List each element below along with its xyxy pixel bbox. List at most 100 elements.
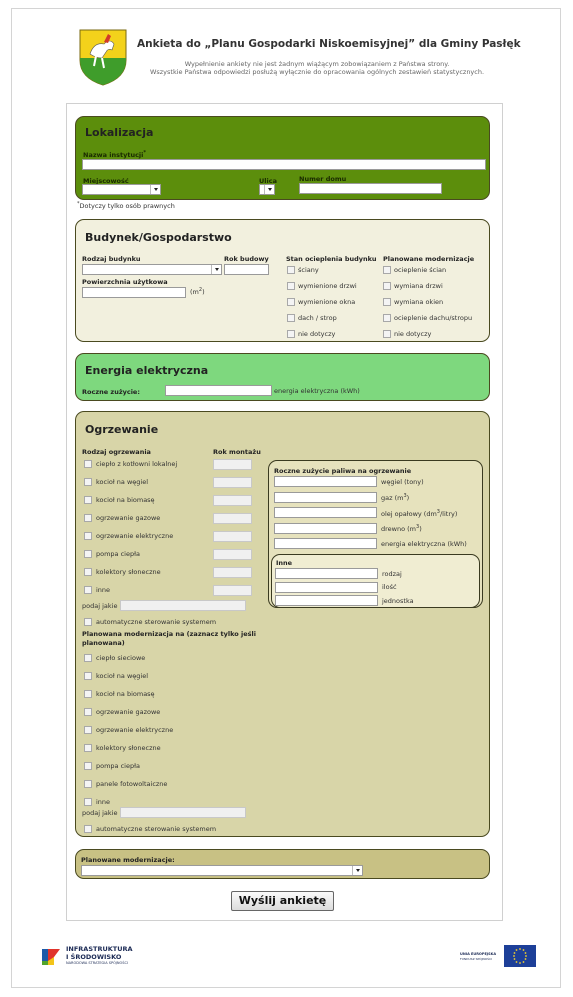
rok-montazu-input[interactable]	[213, 513, 252, 524]
rodzaj-budynku-select[interactable]	[82, 264, 222, 275]
subtitle-line-2: Wszystkie Państwa odpowiedzi posłużą wył…	[149, 68, 485, 76]
roczne-zuzycie-label: Roczne zużycie:	[82, 388, 140, 396]
numer-input[interactable]	[299, 183, 442, 194]
nazwa-label: Nazwa instytucji*	[83, 150, 146, 159]
checkbox-label: ocieplenie dachu/stropu	[394, 314, 473, 322]
nazwa-star: *	[143, 150, 147, 156]
checkbox[interactable]	[84, 550, 92, 558]
checkbox[interactable]	[287, 282, 295, 290]
rok-montazu-input[interactable]	[213, 585, 252, 596]
checkbox[interactable]	[84, 514, 92, 522]
planowane-select[interactable]	[81, 865, 363, 876]
rok-montazu-input[interactable]	[213, 567, 252, 578]
checkbox[interactable]	[383, 330, 391, 338]
paliwo-box: Roczne zużycie paliwa na ogrzewanie węgi…	[268, 460, 483, 608]
eu-flag-icon	[504, 945, 536, 967]
plan-podaj-jakie-input[interactable]	[120, 807, 246, 818]
page-subtitle: Wypełnienie ankiety nie jest żadnym wiąż…	[137, 60, 497, 76]
checkbox[interactable]	[84, 654, 92, 662]
paliwo-input[interactable]	[274, 492, 377, 503]
checkbox[interactable]	[84, 478, 92, 486]
unit-tail: )	[406, 494, 410, 503]
checkbox-label: automatyczne sterowanie systemem	[96, 825, 217, 833]
unit-text: węgiel (tony)	[381, 478, 424, 486]
checkbox[interactable]	[383, 266, 391, 274]
rok-montazu-input[interactable]	[213, 495, 252, 506]
paliwo-input[interactable]	[274, 476, 377, 487]
checkbox[interactable]	[84, 672, 92, 680]
rok-budowy-input[interactable]	[224, 264, 269, 275]
paliwo-input[interactable]	[274, 523, 377, 534]
section-title: Lokalizacja	[85, 126, 154, 139]
paliwo-input[interactable]	[274, 538, 377, 549]
checkbox-label: inne	[96, 798, 111, 806]
checkbox-label: kocioł na biomasę	[96, 496, 155, 504]
checkbox[interactable]	[84, 825, 92, 833]
section-lokalizacja: Lokalizacja Nazwa instytucji* Miejscowoś…	[75, 116, 490, 200]
checkbox[interactable]	[84, 568, 92, 576]
plan-label-line-2: planowana)	[82, 639, 125, 647]
miejscowosc-select[interactable]	[82, 184, 161, 195]
checkbox[interactable]	[84, 780, 92, 788]
nazwa-input[interactable]	[82, 159, 486, 170]
powierzchnia-input[interactable]	[82, 287, 186, 298]
inne-field-label: ilość	[382, 583, 397, 591]
checkbox-label: wymiana drzwi	[394, 282, 443, 290]
checkbox[interactable]	[287, 330, 295, 338]
checkbox-label: kocioł na biomasę	[96, 690, 155, 698]
checkbox[interactable]	[383, 314, 391, 322]
checkbox[interactable]	[287, 298, 295, 306]
rok-montazu-input[interactable]	[213, 531, 252, 542]
checkbox[interactable]	[84, 708, 92, 716]
rok-montazu-input[interactable]	[213, 459, 252, 470]
checkbox[interactable]	[84, 744, 92, 752]
inne-input[interactable]	[275, 568, 378, 579]
submit-button[interactable]: Wyślij ankietę	[231, 891, 334, 911]
rok-montazu-input[interactable]	[213, 477, 252, 488]
checkbox[interactable]	[383, 298, 391, 306]
planowane-label: Planowane modernizacje:	[81, 856, 175, 864]
rodzaj-budynku-label: Rodzaj budynku	[82, 255, 141, 263]
paliwo-unit: węgiel (tony)	[381, 478, 424, 486]
checkbox[interactable]	[287, 314, 295, 322]
plan-label-line-1: Planowana modernizacja na (zaznacz tylko…	[82, 630, 256, 638]
checkbox-label: pompa ciepła	[96, 762, 140, 770]
inne-input[interactable]	[275, 595, 378, 606]
checkbox-label: wymiana okien	[394, 298, 444, 306]
rok-montazu-input[interactable]	[213, 549, 252, 560]
chevron-down-icon	[150, 185, 160, 194]
ulica-select[interactable]	[259, 184, 275, 195]
paliwo-unit: drewno (m3)	[381, 524, 422, 533]
checkbox[interactable]	[84, 798, 92, 806]
roczne-zuzycie-input[interactable]	[165, 385, 272, 396]
left-logo-line-1: INFRASTRUKTURA	[66, 945, 133, 953]
unit-text: gaz (m	[381, 494, 404, 503]
left-logo-line-3: NARODOWA STRATEGIA SPÓJNOŚCI	[66, 961, 128, 965]
unit-close: )	[202, 288, 205, 297]
podaj-jakie-input[interactable]	[120, 600, 246, 611]
paliwo-unit: olej opałowy (dm3/litry)	[381, 509, 457, 518]
checkbox[interactable]	[84, 586, 92, 594]
inne-input[interactable]	[275, 582, 378, 593]
paliwo-input[interactable]	[274, 507, 377, 518]
checkbox[interactable]	[383, 282, 391, 290]
powierzchnia-label: Powierzchnia użytkowa	[82, 278, 168, 286]
checkbox[interactable]	[84, 532, 92, 540]
checkbox[interactable]	[84, 726, 92, 734]
checkbox-label: ogrzewanie elektryczne	[96, 532, 174, 540]
checkbox[interactable]	[84, 690, 92, 698]
checkbox-label: kocioł na węgiel	[96, 672, 148, 680]
rodzaj-ogrzewania-label: Rodzaj ogrzewania	[82, 448, 151, 456]
unit-text: energia elektryczna (kWh)	[381, 540, 467, 548]
checkbox-label: panele fotowoltaiczne	[96, 780, 168, 788]
checkbox[interactable]	[287, 266, 295, 274]
section-title: Budynek/Gospodarstwo	[85, 231, 232, 244]
checkbox[interactable]	[84, 460, 92, 468]
footnote: *Dotyczy tylko osób prawnych	[77, 201, 175, 210]
powierzchnia-unit: (m2)	[190, 287, 205, 296]
checkbox[interactable]	[84, 618, 92, 626]
checkbox[interactable]	[84, 496, 92, 504]
eu-logo: UNIA EUROPEJSKA FUNDUSZ SPÓJNOŚCI	[460, 944, 540, 968]
checkbox-label: ogrzewanie gazowe	[96, 514, 161, 522]
checkbox[interactable]	[84, 762, 92, 770]
